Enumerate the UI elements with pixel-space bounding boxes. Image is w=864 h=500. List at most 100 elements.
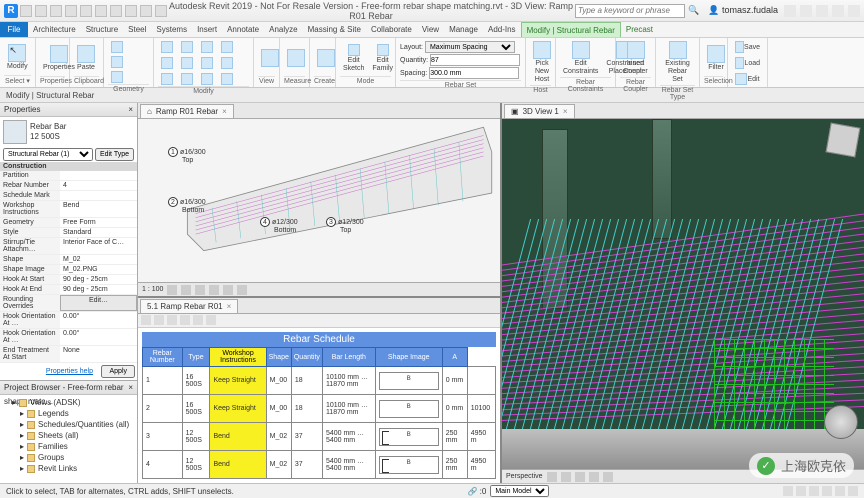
qat-measure-icon[interactable] bbox=[95, 5, 107, 17]
property-row[interactable]: Stirrup/Tie Attachm…Interior Face of C… bbox=[0, 238, 137, 255]
trim-button[interactable] bbox=[198, 56, 216, 70]
load-selection-button[interactable]: Load bbox=[732, 56, 763, 70]
edit-selection-button[interactable]: Edit bbox=[732, 72, 763, 86]
workset-select[interactable]: Main Model bbox=[490, 485, 549, 497]
sun-icon[interactable] bbox=[575, 472, 585, 482]
measure-button[interactable] bbox=[284, 40, 308, 76]
rebar-set-button[interactable]: Existing Rebar Set bbox=[660, 40, 695, 85]
ribbon-tab-view[interactable]: View bbox=[417, 22, 444, 37]
view-button[interactable] bbox=[258, 40, 282, 76]
insert-icon[interactable] bbox=[180, 315, 190, 325]
copy-button[interactable] bbox=[158, 56, 176, 70]
property-row[interactable]: ShapeM_02 bbox=[0, 255, 137, 265]
view-cube[interactable] bbox=[826, 123, 861, 158]
help-icon[interactable] bbox=[800, 5, 812, 17]
table-row[interactable]: 412 500SBendM_02375400 mm … 5400 mm250 m… bbox=[143, 451, 496, 479]
save-selection-button[interactable]: Save bbox=[732, 40, 763, 54]
paste-button[interactable]: Paste bbox=[74, 40, 98, 76]
apply-button[interactable]: Apply bbox=[101, 365, 135, 378]
reveal-icon[interactable] bbox=[603, 472, 613, 482]
close-icon[interactable] bbox=[848, 5, 860, 17]
property-row[interactable]: Schedule Mark bbox=[0, 191, 137, 201]
properties-close-icon[interactable]: × bbox=[128, 103, 133, 116]
mirror-button[interactable] bbox=[198, 40, 216, 54]
spacing-input[interactable] bbox=[429, 67, 519, 79]
tree-node[interactable]: ▸Views (ADSK) bbox=[2, 397, 135, 408]
edit-sketch-button[interactable]: Edit Sketch bbox=[340, 40, 367, 76]
qat-open-icon[interactable] bbox=[20, 5, 32, 17]
ribbon-tab-analyze[interactable]: Analyze bbox=[264, 22, 302, 37]
ribbon-tab-add-ins[interactable]: Add-Ins bbox=[483, 22, 521, 37]
infocenter-search[interactable] bbox=[575, 4, 685, 18]
freeze-icon[interactable] bbox=[154, 315, 164, 325]
split-button[interactable] bbox=[218, 56, 236, 70]
table-row[interactable]: 116 500SKeep StraightM_001810100 mm … 11… bbox=[143, 367, 496, 395]
property-row[interactable]: Workshop InstructionsBend bbox=[0, 201, 137, 218]
insert-coupler-button[interactable]: Insert Coupler bbox=[620, 40, 651, 77]
qat-thin-lines-icon[interactable] bbox=[125, 5, 137, 17]
property-row[interactable]: Shape ImageM_02.PNG bbox=[0, 265, 137, 275]
qat-redo-icon[interactable] bbox=[65, 5, 77, 17]
shadows-icon[interactable] bbox=[209, 285, 219, 295]
crop-icon[interactable] bbox=[223, 285, 233, 295]
rebar-schedule-table[interactable]: Rebar NumberTypeWorkshop InstructionsSha… bbox=[142, 347, 496, 479]
select-face-icon[interactable] bbox=[822, 486, 832, 496]
array-button[interactable] bbox=[158, 72, 176, 86]
ribbon-tab-insert[interactable]: Insert bbox=[192, 22, 222, 37]
property-row[interactable]: End Treatment At StartNone bbox=[0, 346, 137, 363]
tree-node[interactable]: ▸Groups bbox=[2, 452, 135, 463]
qat-undo-icon[interactable] bbox=[50, 5, 62, 17]
unhide-icon[interactable] bbox=[167, 315, 177, 325]
property-row[interactable]: Rebar Number4 bbox=[0, 181, 137, 191]
qat-switch-window-icon[interactable] bbox=[155, 5, 167, 17]
offset-button[interactable] bbox=[178, 40, 196, 54]
tab-close-icon[interactable]: × bbox=[563, 105, 568, 118]
quick-access-toolbar[interactable] bbox=[20, 5, 167, 17]
schedule-toolbar[interactable] bbox=[138, 314, 500, 328]
cope-button[interactable] bbox=[108, 40, 126, 54]
tree-node[interactable]: ▸Families bbox=[2, 441, 135, 452]
cut-button[interactable] bbox=[108, 55, 126, 69]
qat-close-hidden-icon[interactable] bbox=[140, 5, 152, 17]
quantity-input[interactable] bbox=[430, 54, 520, 66]
delete-button[interactable] bbox=[218, 72, 236, 86]
property-row[interactable]: Hook At End90 deg - 25cm bbox=[0, 285, 137, 295]
pin-button[interactable] bbox=[198, 72, 216, 86]
rotate-button[interactable] bbox=[178, 56, 196, 70]
qat-section-icon[interactable] bbox=[110, 5, 122, 17]
edit-constraints-button[interactable]: Edit Constraints bbox=[560, 40, 601, 77]
sun-path-icon[interactable] bbox=[195, 285, 205, 295]
select-pinned-icon[interactable] bbox=[809, 486, 819, 496]
visual-style-icon[interactable] bbox=[181, 285, 191, 295]
detail-level-icon[interactable] bbox=[167, 285, 177, 295]
property-row[interactable]: Rounding OverridesEdit… bbox=[0, 295, 137, 312]
ribbon-tab-collaborate[interactable]: Collaborate bbox=[366, 22, 417, 37]
qat-save-icon[interactable] bbox=[35, 5, 47, 17]
property-row[interactable]: Hook At Start90 deg - 25cm bbox=[0, 275, 137, 285]
search-icon[interactable]: 🔍 bbox=[688, 5, 699, 16]
signed-in-user[interactable]: 👤 tomasz.fudala bbox=[708, 5, 778, 16]
property-row[interactable]: GeometryFree Form bbox=[0, 218, 137, 228]
view-control-bar-3d[interactable]: Perspective bbox=[502, 469, 864, 483]
favorites-icon[interactable] bbox=[784, 5, 796, 17]
tab-close-icon[interactable]: × bbox=[227, 300, 232, 313]
tree-node[interactable]: ▸Legends bbox=[2, 408, 135, 419]
pick-host-button[interactable]: Pick New Host bbox=[530, 40, 554, 85]
maximize-icon[interactable] bbox=[832, 5, 844, 17]
align-button[interactable] bbox=[158, 40, 176, 54]
modify-button[interactable]: ↖Modify bbox=[4, 40, 31, 75]
view-tab-ramp[interactable]: ⌂Ramp R01 Rebar× bbox=[140, 104, 234, 118]
resize-icon[interactable] bbox=[206, 315, 216, 325]
minimize-icon[interactable] bbox=[816, 5, 828, 17]
tab-close-icon[interactable]: × bbox=[222, 105, 227, 118]
ribbon-tab-annotate[interactable]: Annotate bbox=[222, 22, 264, 37]
tree-node[interactable]: ▸Schedules/Quantities (all) bbox=[2, 419, 135, 430]
instance-filter-select[interactable]: Structural Rebar (1) bbox=[3, 148, 93, 161]
property-row[interactable]: Partition bbox=[0, 171, 137, 181]
join-button[interactable] bbox=[108, 70, 126, 84]
delete-row-icon[interactable] bbox=[193, 315, 203, 325]
qat-print-icon[interactable] bbox=[80, 5, 92, 17]
ribbon-tab-steel[interactable]: Steel bbox=[123, 22, 151, 37]
create-button[interactable] bbox=[314, 40, 338, 76]
edit-type-button[interactable]: Edit Type bbox=[95, 148, 134, 161]
